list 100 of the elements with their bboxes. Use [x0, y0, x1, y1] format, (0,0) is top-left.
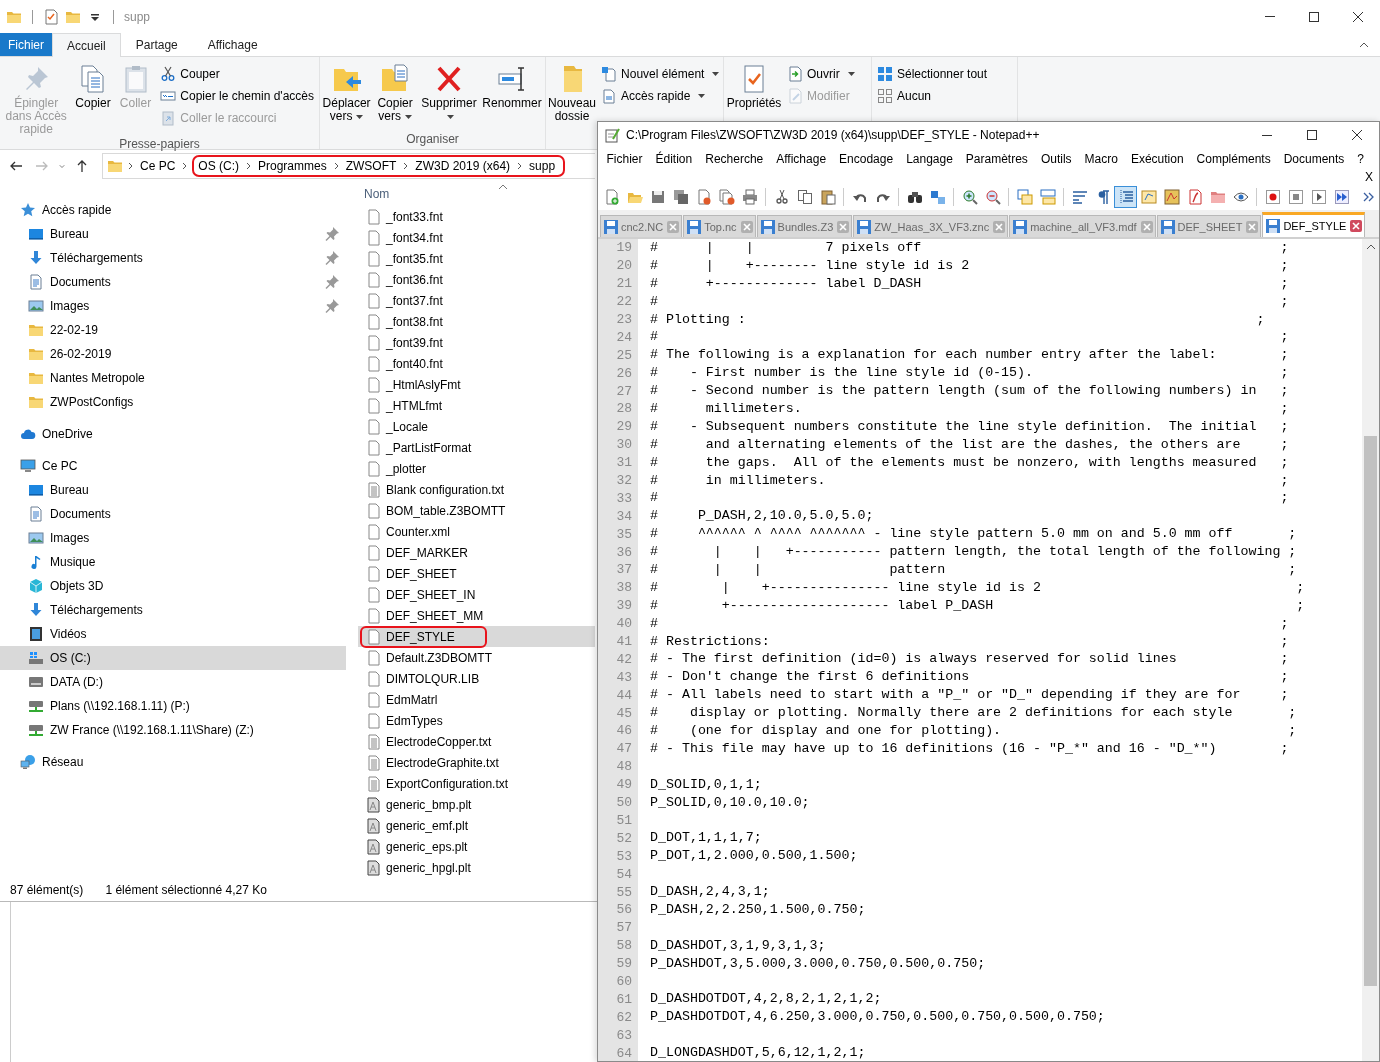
document-tab[interactable]: cnc2.NC	[600, 215, 683, 237]
nav-item[interactable]: DATA (D:)	[0, 670, 346, 694]
nav-item[interactable]: Accès rapide	[0, 198, 346, 222]
nav-item[interactable]: Réseau	[0, 750, 346, 774]
tab-close-icon[interactable]	[1350, 220, 1363, 232]
nav-item[interactable]: 22-02-19	[0, 318, 346, 342]
tab-close-icon[interactable]	[1246, 220, 1259, 233]
menu-item[interactable]: Documents	[1277, 152, 1351, 166]
ribbon-button[interactable]: Copier le chemin d'accès	[157, 85, 317, 107]
file-row[interactable]: generic_eps.plt	[358, 836, 595, 857]
ribbon-button[interactable]: Accès rapide	[598, 85, 723, 107]
nav-item[interactable]: Images	[0, 294, 346, 318]
ribbon-button[interactable]: Renommer	[481, 61, 543, 110]
nav-item[interactable]: Documents	[0, 270, 346, 294]
ribbon-button[interactable]: Déplacer vers	[322, 61, 372, 123]
tab-close-icon[interactable]	[667, 220, 680, 233]
menu-item[interactable]: Outils	[1034, 152, 1079, 166]
nav-item[interactable]: ZWPostConfigs	[0, 390, 346, 414]
file-row[interactable]: _font40.fnt	[358, 353, 595, 374]
ribbon-button[interactable]: Supprimer	[418, 61, 480, 123]
file-menu-button[interactable]: Fichier	[0, 33, 52, 56]
breadcrumb[interactable]: ZWSOFT	[343, 159, 399, 173]
file-row[interactable]: ElectrodeGraphite.txt	[358, 752, 595, 773]
breadcrumb[interactable]: Ce PC	[138, 159, 178, 173]
tab-close-icon[interactable]	[740, 220, 753, 233]
file-row[interactable]: _HtmlAslyFmt	[358, 374, 595, 395]
file-row[interactable]: EdmMatrl	[358, 689, 595, 710]
scrollbar-thumb[interactable]	[1364, 436, 1377, 986]
file-row[interactable]: ExportConfiguration.txt	[358, 773, 595, 794]
file-row[interactable]: _font38.fnt	[358, 311, 595, 332]
document-tab[interactable]: Top.nc	[683, 215, 756, 237]
nav-item[interactable]: 26-02-2019	[0, 342, 346, 366]
file-row[interactable]: Blank configuration.txt	[358, 479, 595, 500]
document-tab[interactable]: DEF_STYLE	[1262, 212, 1366, 237]
menu-item[interactable]: Exécution	[1124, 152, 1191, 166]
file-row[interactable]: _Locale	[358, 416, 595, 437]
tab-close-icon[interactable]	[837, 220, 850, 233]
tab-close-icon[interactable]	[1140, 220, 1153, 233]
nav-item[interactable]: Plans (\\192.168.1.11) (P:)	[0, 694, 346, 718]
menu-item[interactable]: Recherche	[698, 152, 770, 166]
breadcrumb[interactable]: Programmes	[256, 159, 329, 173]
ribbon-tab[interactable]: Affichage	[192, 33, 273, 56]
file-row[interactable]: _font34.fnt	[358, 227, 595, 248]
file-row[interactable]: DEF_MARKER	[358, 542, 595, 563]
file-row[interactable]: _font33.fnt	[358, 206, 595, 227]
close-document-button[interactable]: X	[1359, 170, 1379, 184]
menu-item[interactable]: Affichage	[769, 152, 833, 166]
column-header[interactable]: Nom	[358, 187, 390, 201]
ribbon-button[interactable]: Propriétés	[726, 61, 782, 110]
menu-item[interactable]: Macro	[1078, 152, 1125, 166]
ribbon-tab[interactable]: Partage	[120, 33, 193, 56]
menu-item[interactable]: Édition	[649, 152, 699, 166]
menu-item[interactable]: Langage	[899, 152, 960, 166]
file-row[interactable]: EdmTypes	[358, 710, 595, 731]
menu-item[interactable]: ?	[1350, 152, 1371, 166]
nav-item[interactable]: Objets 3D	[0, 574, 346, 598]
file-row[interactable]: _HTMLfmt	[358, 395, 595, 416]
menu-item[interactable]: Compléments	[1190, 152, 1278, 166]
scrollbar[interactable]	[1362, 239, 1379, 1061]
file-row[interactable]: Counter.xml	[358, 521, 595, 542]
file-row[interactable]: generic_bmp.plt	[358, 794, 595, 815]
ribbon-button[interactable]: Sélectionner tout	[874, 63, 991, 85]
breadcrumb[interactable]: supp	[527, 159, 558, 173]
ribbon-button[interactable]: Copier	[72, 61, 114, 110]
ribbon-button[interactable]: Nouveau dossie	[548, 61, 597, 123]
menu-item[interactable]: Paramètres	[959, 152, 1035, 166]
nav-item[interactable]: Bureau	[0, 478, 346, 502]
tab-close-icon[interactable]	[993, 220, 1006, 233]
document-tab[interactable]: machine_all_VF3.mdf	[1009, 215, 1156, 237]
file-row[interactable]: ElectrodeCopper.txt	[358, 731, 595, 752]
nav-item[interactable]: Téléchargements	[0, 246, 346, 270]
nav-item[interactable]: OS (C:)	[0, 646, 346, 670]
nav-item[interactable]: Bureau	[0, 222, 346, 246]
properties-icon[interactable]	[43, 8, 59, 25]
file-row[interactable]: DEF_SHEET_IN	[358, 584, 595, 605]
file-row[interactable]: _plotter	[358, 458, 595, 479]
nav-item[interactable]: ZW France (\\192.168.1.11\Share) (Z:)	[0, 718, 346, 742]
nav-item[interactable]: Vidéos	[0, 622, 346, 646]
file-row[interactable]: _PartListFormat	[358, 437, 595, 458]
file-row[interactable]: generic_hpgl.plt	[358, 857, 595, 878]
nav-item[interactable]: Documents	[0, 502, 346, 526]
file-row[interactable]: DEF_SHEET_MM	[358, 605, 595, 626]
document-tab[interactable]: Bundles.Z3	[756, 215, 853, 237]
address-bar[interactable]: Ce PC OS (C:) Programmes ZWSOFT ZW3D 2019 (x64) supp	[102, 153, 595, 179]
file-row[interactable]: _font39.fnt	[358, 332, 595, 353]
ribbon-tab[interactable]: Accueil	[52, 33, 121, 57]
ribbon-button[interactable]: Couper	[157, 63, 317, 85]
menu-item[interactable]: Fichier	[600, 152, 649, 166]
ribbon-button[interactable]: Aucun	[874, 85, 991, 107]
ribbon-button[interactable]: Nouvel élément	[598, 63, 723, 85]
breadcrumb[interactable]: ZW3D 2019 (x64)	[413, 159, 513, 173]
file-row[interactable]: DEF_STYLE	[358, 626, 595, 647]
nav-item[interactable]: Nantes Metropole	[0, 366, 346, 390]
nav-item[interactable]: Musique	[0, 550, 346, 574]
document-tab[interactable]: ZW_Haas_3X_VF3.znc	[853, 215, 1009, 237]
nav-item[interactable]: Ce PC	[0, 454, 346, 478]
ribbon-button[interactable]: Copier vers	[373, 61, 417, 123]
menu-item[interactable]: Encodage	[832, 152, 900, 166]
file-row[interactable]: DIMTOLQUR.LIB	[358, 668, 595, 689]
file-row[interactable]: generic_emf.plt	[358, 815, 595, 836]
